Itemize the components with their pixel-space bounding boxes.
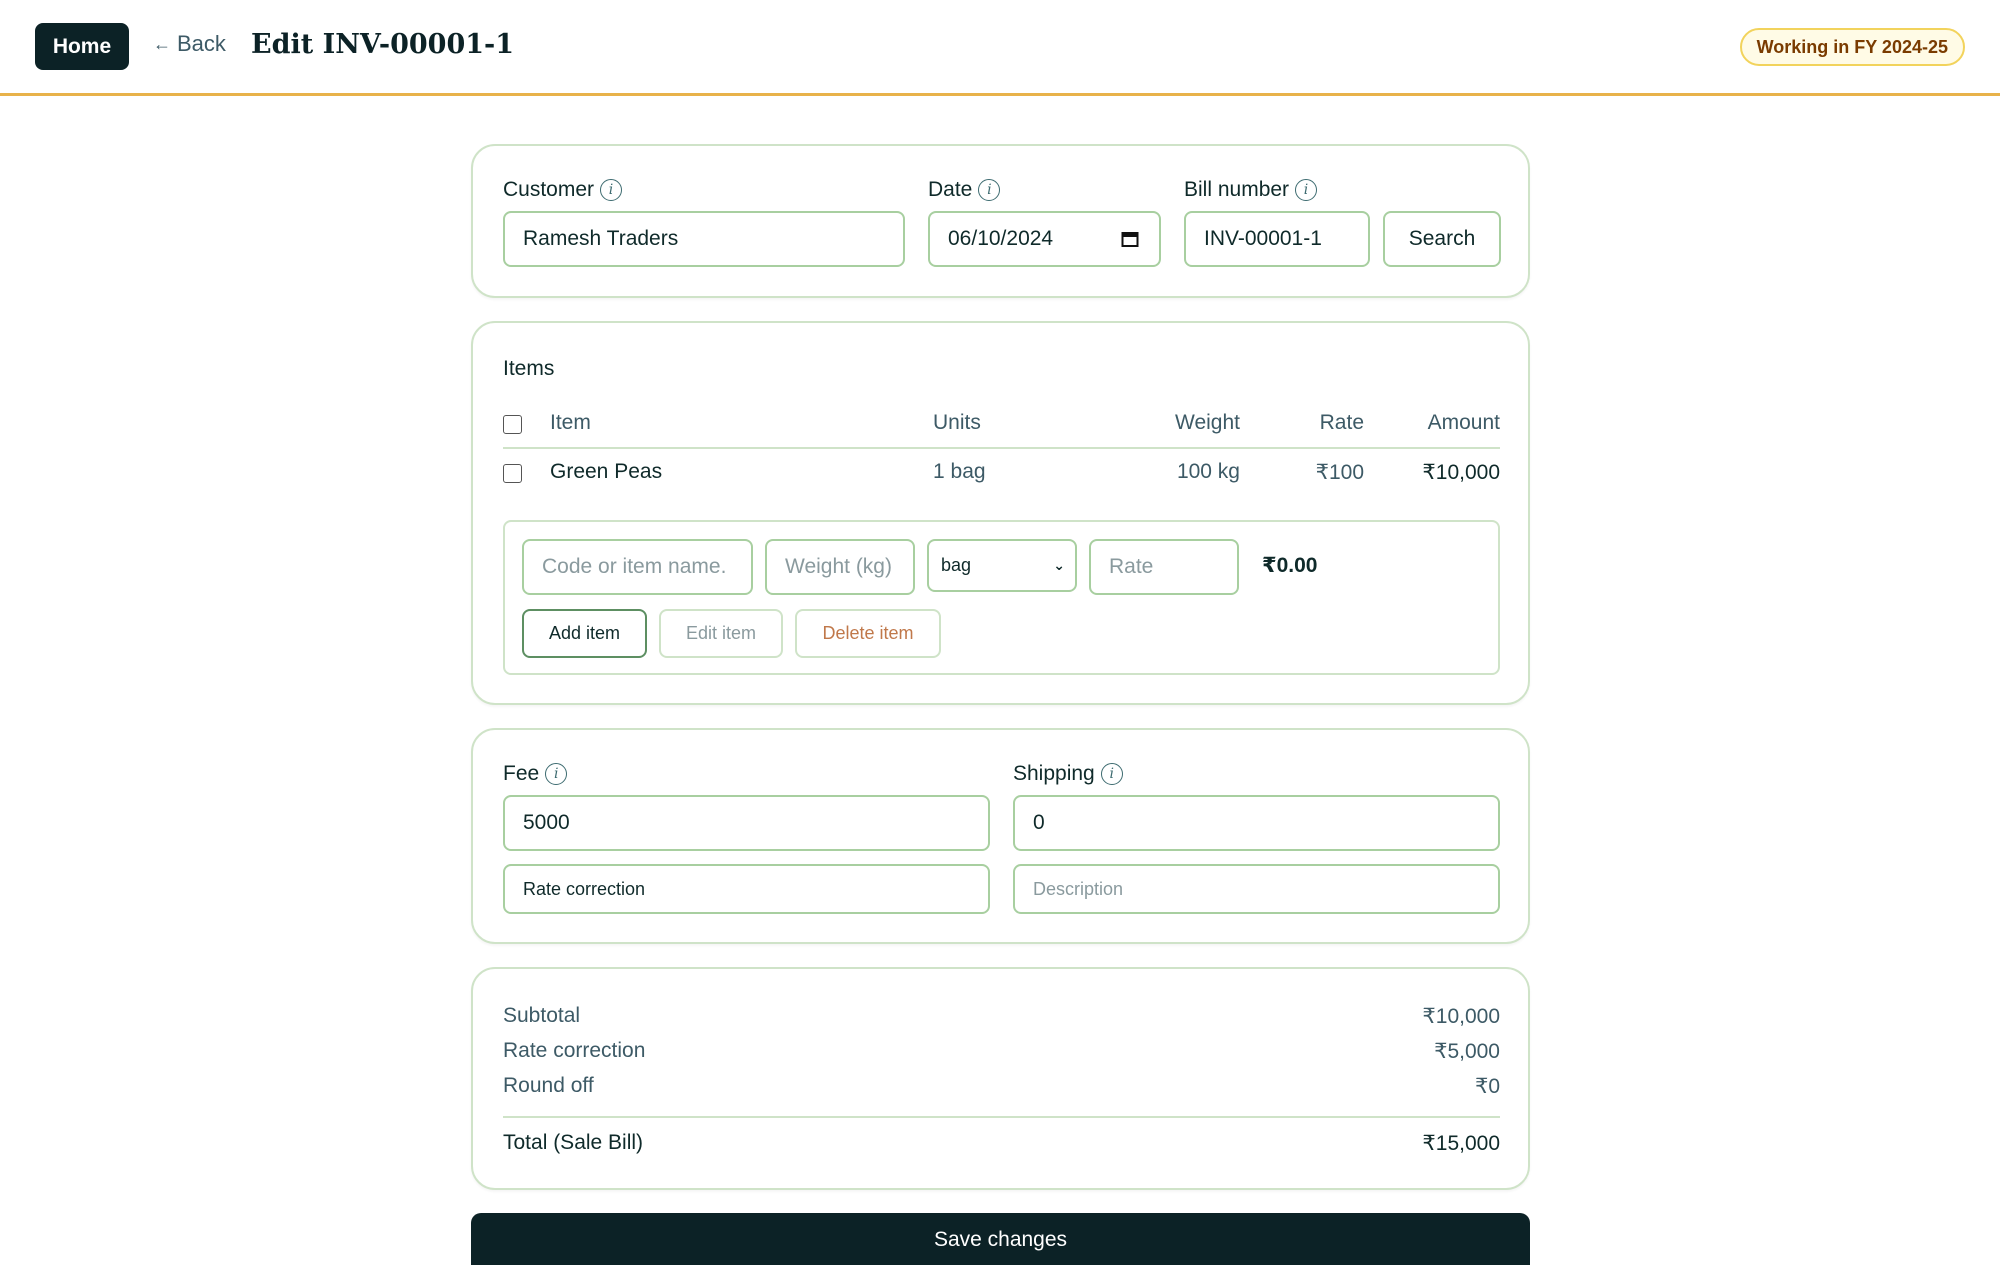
fee-note-input[interactable]: Rate correction (503, 864, 990, 914)
row-item: Green Peas (550, 460, 663, 483)
row-rate: ₹100 (1315, 461, 1364, 484)
row-checkbox[interactable] (503, 464, 522, 483)
entry-amount: ₹0.00 (1262, 554, 1318, 577)
shipping-description-input[interactable]: Description (1013, 864, 1500, 914)
top-bar: Home ← Back Edit INV-00001-1 Working in … (0, 0, 2000, 96)
subtotal-row: Subtotal ₹10,000 (503, 1004, 1500, 1029)
subtotal-label: Subtotal (503, 1004, 581, 1027)
calendar-icon[interactable] (1121, 230, 1139, 248)
fee-label-text: Fee (503, 762, 540, 785)
charges-card: Fee i 5000 Rate correction Shipping i 0 … (471, 728, 1530, 944)
unit-select-value: bag (941, 555, 972, 575)
shipping-input[interactable]: 0 (1013, 795, 1500, 851)
rate-correction-row: Rate correction ₹5,000 (503, 1039, 1500, 1064)
shipping-label: Shipping i (1013, 762, 1123, 786)
select-all-checkbox[interactable] (503, 415, 522, 434)
bill-number-label: Bill number i (1184, 178, 1318, 202)
subtotal-value: ₹10,000 (1422, 1005, 1500, 1028)
date-label-text: Date (928, 178, 973, 201)
info-icon[interactable]: i (545, 763, 568, 785)
items-title: Items (503, 357, 555, 380)
delete-item-button[interactable]: Delete item (795, 609, 941, 658)
home-button[interactable]: Home (35, 23, 129, 70)
back-link-label: Back (177, 31, 226, 56)
search-button[interactable]: Search (1383, 211, 1501, 267)
date-label: Date i (928, 178, 1001, 202)
bill-details-card: Customer i Ramesh Traders Date i 06/10/2… (471, 144, 1530, 298)
weight-input[interactable]: Weight (kg) (765, 539, 915, 595)
fee-input[interactable]: 5000 (503, 795, 990, 851)
date-input[interactable]: 06/10/2024 (928, 211, 1161, 267)
summary-card: Subtotal ₹10,000 Rate correction ₹5,000 … (471, 967, 1530, 1190)
header-divider (503, 447, 1500, 449)
unit-select[interactable]: bag ⌄ (927, 539, 1077, 592)
chevron-down-icon: ⌄ (1053, 557, 1065, 573)
bill-number-input[interactable]: INV-00001-1 (1184, 211, 1370, 267)
total-value: ₹15,000 (1422, 1132, 1500, 1155)
edit-item-button[interactable]: Edit item (659, 609, 783, 658)
info-icon[interactable]: i (978, 179, 1001, 201)
shipping-label-text: Shipping (1013, 762, 1095, 785)
date-value: 06/10/2024 (948, 227, 1054, 250)
row-weight: 100 kg (1176, 460, 1240, 483)
column-header-item: Item (550, 411, 591, 434)
rate-correction-label: Rate correction (503, 1039, 646, 1062)
customer-label-text: Customer (503, 178, 595, 201)
total-label: Total (Sale Bill) (503, 1131, 644, 1154)
info-icon[interactable]: i (600, 179, 623, 201)
back-link[interactable]: ← Back (153, 31, 226, 57)
column-header-units: Units (933, 411, 981, 434)
column-header-weight: Weight (1175, 411, 1240, 434)
rate-correction-value: ₹5,000 (1434, 1040, 1500, 1063)
fee-label: Fee i (503, 762, 568, 786)
items-card: Items Item Units Weight Rate Amount Gree… (471, 321, 1530, 705)
save-changes-button[interactable]: Save changes (471, 1213, 1530, 1265)
row-units: 1 bag (933, 460, 986, 483)
item-code-input[interactable]: Code or item name. (522, 539, 753, 595)
rate-input[interactable]: Rate (1089, 539, 1239, 595)
customer-label: Customer i (503, 178, 623, 202)
add-item-button[interactable]: Add item (522, 609, 647, 658)
info-icon[interactable]: i (1295, 179, 1318, 201)
round-off-row: Round off ₹0 (503, 1074, 1500, 1099)
round-off-value: ₹0 (1474, 1075, 1500, 1098)
summary-divider (503, 1116, 1500, 1118)
bill-number-label-text: Bill number (1184, 178, 1290, 201)
customer-input[interactable]: Ramesh Traders (503, 211, 905, 267)
page-title: Edit INV-00001-1 (251, 29, 515, 60)
column-header-amount: Amount (1427, 411, 1500, 434)
info-icon[interactable]: i (1100, 763, 1123, 785)
column-header-rate: Rate (1319, 411, 1364, 434)
total-row: Total (Sale Bill) ₹15,000 (503, 1131, 1500, 1156)
item-entry-panel: Code or item name. Weight (kg) bag ⌄ Rat… (503, 520, 1500, 675)
fiscal-year-badge: Working in FY 2024-25 (1739, 28, 1965, 66)
row-amount: ₹10,000 (1422, 461, 1500, 484)
back-arrow-icon: ← (153, 33, 171, 54)
round-off-label: Round off (503, 1074, 594, 1097)
